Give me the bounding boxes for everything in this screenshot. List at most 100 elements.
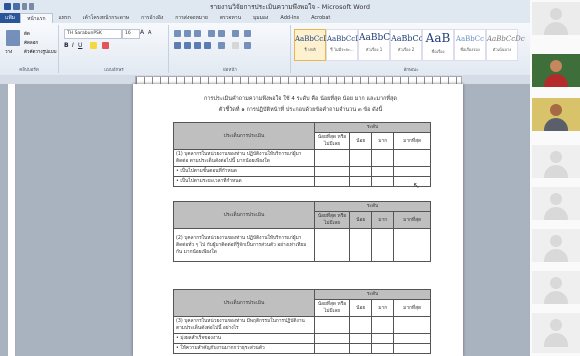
title-bar: รายงานวิจัยการประเมินความพึงพอใจ - Micro…	[0, 0, 530, 13]
underline-icon[interactable]: U	[78, 42, 82, 49]
style-heading-1[interactable]: AaBbC หัวเรื่อง 1	[358, 29, 390, 61]
shading-icon[interactable]	[232, 42, 239, 49]
header-low: น้อย	[348, 299, 373, 317]
header-most: มากที่สุด	[393, 132, 431, 150]
line-spacing-icon[interactable]	[218, 42, 225, 49]
multilevel-list-icon[interactable]	[194, 30, 201, 37]
numbering-icon[interactable]	[184, 30, 191, 37]
video-tile[interactable]	[532, 313, 580, 353]
header-least: น้อยที่สุด หรือไม่มีเลย	[314, 211, 350, 229]
paste-icon[interactable]	[6, 30, 20, 46]
table-row: • ให้ความสำคัญกับงานมากกว่าธุระส่วนตัว	[173, 343, 431, 354]
justify-icon[interactable]	[204, 42, 211, 49]
redo-icon[interactable]	[29, 3, 34, 10]
highlight-icon[interactable]	[90, 42, 97, 49]
header-most: มากที่สุด	[393, 211, 431, 229]
video-tile[interactable]	[532, 54, 580, 87]
show-marks-icon[interactable]	[244, 30, 251, 37]
style-subtitle[interactable]: AaBbCc ชื่อเรื่องรอง	[454, 29, 486, 61]
increase-indent-icon[interactable]	[218, 30, 225, 37]
ribbon: วาง ตัด คัดลอก ตัวคัดวางรูปแบบ คลิปบอร์ด…	[0, 23, 530, 76]
font-name-box[interactable]: TH SarabunPSK	[64, 29, 122, 39]
cut-button[interactable]: ตัด	[24, 30, 30, 37]
header-topic: ประเด็นการประเมิน	[173, 201, 315, 229]
mouse-cursor-icon: ↖	[413, 181, 420, 190]
header-low: น้อย	[348, 132, 373, 150]
question-cell[interactable]: (2) บุคลากรในหน่วยงานของท่าน ปฏิบัติงานใ…	[173, 228, 315, 262]
tab-home[interactable]: หน้าแรก	[20, 13, 53, 23]
bullets-icon[interactable]	[174, 30, 181, 37]
tab-add-ins[interactable]: Add-Ins	[274, 13, 305, 23]
copy-button[interactable]: คัดลอก	[24, 39, 38, 46]
header-high: มาก	[371, 299, 395, 317]
heading-line-2: ตัวชี้วัดที่ ๑ การปฏิบัติหน้าที่ ประกอบด…	[218, 107, 383, 113]
align-center-icon[interactable]	[184, 42, 191, 49]
video-tile[interactable]	[532, 145, 580, 178]
style-no-spacing[interactable]: AaBbCcDc ¶ ไม่มีระยะ...	[326, 29, 365, 61]
header-level: ระดับ	[314, 289, 431, 300]
question-cell[interactable]: (3) บุคลากรในหน่วยงานของท่าน มีพฤติกรรมใ…	[173, 316, 315, 334]
survey-table-2: ประเด็นการประเมิน ระดับ น้อยที่สุด หรือไ…	[173, 201, 431, 262]
paragraph-group-label: ย่อหน้า	[223, 68, 237, 73]
tab-references[interactable]: การอ้างอิง	[135, 13, 169, 23]
header-level: ระดับ	[314, 201, 431, 212]
video-tile[interactable]	[532, 271, 580, 304]
header-high: มาก	[371, 132, 395, 150]
grow-font-icon[interactable]: A	[140, 29, 144, 36]
sort-icon[interactable]	[232, 30, 239, 37]
tab-view[interactable]: มุมมอง	[247, 13, 274, 23]
header-topic: ประเด็นการประเมิน	[173, 289, 315, 317]
option-cell[interactable]: • ให้ความสำคัญกับงานมากกว่าธุระส่วนตัว	[173, 343, 315, 354]
undo-icon[interactable]	[22, 3, 27, 10]
header-topic: ประเด็นการประเมิน	[173, 122, 315, 150]
question-cell[interactable]: (1) บุคลากรในหน่วยงานของท่าน ปฏิบัติงานใ…	[173, 149, 315, 167]
style-subtle-emphasis[interactable]: AaBbCcDc ตัวเน้นบาง	[486, 29, 525, 61]
tab-review[interactable]: ตรวจทาน	[214, 13, 247, 23]
tab-acrobat[interactable]: Acrobat	[305, 13, 336, 23]
bold-icon[interactable]: B	[64, 42, 69, 49]
vertical-ruler[interactable]	[8, 84, 16, 356]
header-least: น้อยที่สุด หรือไม่มีเลย	[314, 299, 350, 317]
style-normal[interactable]: AaBbCcDc ¶ ปกติ	[294, 29, 333, 61]
header-most: มากที่สุด	[393, 299, 431, 317]
align-right-icon[interactable]	[194, 42, 201, 49]
video-tile[interactable]	[532, 2, 580, 35]
borders-icon[interactable]	[244, 42, 251, 49]
style-heading-2[interactable]: AaBbCc หัวเรื่อง 2	[390, 29, 423, 61]
italic-icon[interactable]: I	[72, 42, 74, 49]
format-painter-button[interactable]: ตัวคัดวางรูปแบบ	[24, 48, 57, 55]
table-row: • เป็นไปตามขั้นตอนที่กำหนด	[173, 166, 431, 177]
tab-page-layout[interactable]: เค้าโครงหน้ากระดาษ	[77, 13, 135, 23]
participant-avatar-icon	[550, 193, 562, 205]
option-cell[interactable]: • เป็นไปตามระยะเวลาที่กำหนด	[173, 176, 315, 187]
document-heading: การประเมินคำถามความพึงพอใจ ใช้ 4 ระดับ ค…	[173, 94, 428, 116]
video-tile[interactable]	[532, 98, 580, 131]
ruler-bar	[0, 75, 530, 85]
video-call-panel	[530, 0, 580, 356]
participant-avatar-icon	[550, 319, 562, 331]
table-row: (1) บุคลากรในหน่วยงานของท่าน ปฏิบัติงานใ…	[173, 149, 431, 167]
participant-avatar-icon	[550, 151, 562, 163]
tab-file[interactable]: แฟ้ม	[0, 13, 21, 23]
decrease-indent-icon[interactable]	[208, 30, 215, 37]
style-title[interactable]: AaB ชื่อเรื่อง	[422, 29, 454, 61]
video-tile[interactable]	[532, 229, 580, 262]
word-logo-icon[interactable]	[4, 3, 11, 10]
shrink-font-icon[interactable]: A	[148, 30, 151, 36]
tab-insert[interactable]: แทรก	[53, 13, 77, 23]
heading-line-1: การประเมินคำถามความพึงพอใจ ใช้ 4 ระดับ ค…	[204, 96, 397, 102]
participant-face	[550, 104, 562, 116]
option-cell[interactable]: • เป็นไปตามขั้นตอนที่กำหนด	[173, 166, 315, 177]
align-left-icon[interactable]	[174, 42, 181, 49]
tab-mailings[interactable]: การส่งจดหมาย	[169, 13, 214, 23]
font-size-box[interactable]: 16	[122, 29, 140, 39]
document-page[interactable]: การประเมินคำถามความพึงพอใจ ใช้ 4 ระดับ ค…	[133, 84, 463, 356]
paste-label[interactable]: วาง	[5, 48, 12, 55]
font-color-icon[interactable]	[102, 42, 109, 49]
survey-table-3: ประเด็นการประเมิน ระดับ น้อยที่สุด หรือไ…	[173, 289, 431, 354]
option-cell[interactable]: • มุ่งผลสำเร็จของงาน	[173, 333, 315, 344]
video-tile[interactable]	[532, 187, 580, 220]
table-row: • เป็นไปตามระยะเวลาที่กำหนด	[173, 176, 431, 187]
table-row: (3) บุคลากรในหน่วยงานของท่าน มีพฤติกรรมใ…	[173, 316, 431, 334]
save-icon[interactable]	[13, 3, 20, 10]
